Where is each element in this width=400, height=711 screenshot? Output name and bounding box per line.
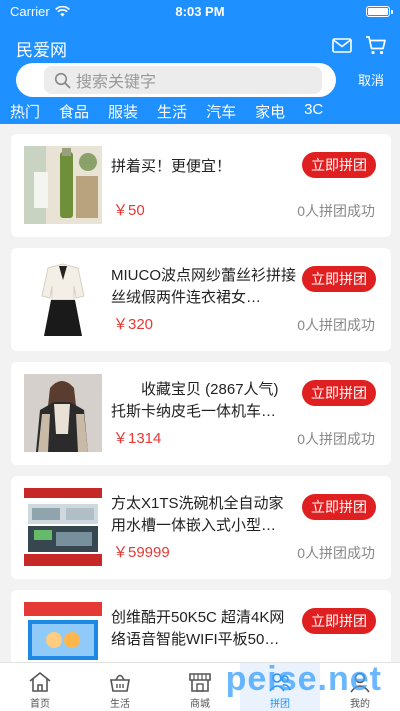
category-tab-appliance[interactable]: 家电 <box>255 101 285 123</box>
store-icon <box>189 673 211 692</box>
product-price: ￥320 <box>113 316 154 333</box>
category-tab-clothing[interactable]: 服装 <box>108 101 138 123</box>
category-tab-life[interactable]: 生活 <box>157 101 187 123</box>
category-tab-car[interactable]: 汽车 <box>206 101 236 123</box>
join-group-button[interactable]: 立即拼团 <box>302 266 376 292</box>
product-price: ￥1314 <box>113 430 162 447</box>
tab-label: 生活 <box>110 699 130 710</box>
tab-life[interactable]: 生活 <box>80 663 160 711</box>
category-tabs: 热门 食品 服装 生活 汽车 家电 3C <box>0 101 400 123</box>
product-name: 拼着买！更便宜！ <box>111 158 232 175</box>
join-group-button[interactable]: 立即拼团 <box>302 152 376 178</box>
battery-icon <box>366 5 393 17</box>
tab-mall[interactable]: 商城 <box>160 663 240 711</box>
carrier-label: Carrier <box>10 3 50 19</box>
tab-label: 首页 <box>30 699 50 710</box>
group-success-count: 0人拼团成功 <box>297 545 375 561</box>
product-image <box>24 374 102 452</box>
product-card[interactable]: 创维酷开50K5C 超清4K网络语音智能WIFI平板50… 立即拼团 <box>11 590 391 662</box>
product-image <box>24 260 102 338</box>
search-icon <box>54 72 71 88</box>
cancel-button[interactable]: 取消 <box>358 70 384 89</box>
mail-icon[interactable] <box>330 33 354 57</box>
product-name: 方太X1TS洗碗机全自动家用水槽一体嵌入式小型… <box>111 495 284 534</box>
status-bar: Carrier 8:03 PM <box>0 0 400 22</box>
basket-icon <box>110 674 130 692</box>
product-card[interactable]: 拼着买！更便宜！ ￥50 立即拼团 0人拼团成功 <box>11 134 391 237</box>
product-card[interactable]: 方太X1TS洗碗机全自动家用水槽一体嵌入式小型… ￥59999 立即拼团 0人拼… <box>11 476 391 579</box>
product-name: 创维酷开50K5C 超清4K网络语音智能WIFI平板50… <box>111 609 285 648</box>
cart-icon[interactable] <box>364 33 388 57</box>
product-price: ￥59999 <box>113 544 170 561</box>
product-image <box>24 146 102 224</box>
product-list: 拼着买！更便宜！ ￥50 立即拼团 0人拼团成功 MIUCO波点网纱蕾丝衫拼接丝… <box>0 124 400 662</box>
search-placeholder: 搜索关键字 <box>76 74 157 91</box>
tab-label: 商城 <box>190 699 210 710</box>
category-tab-hot[interactable]: 热门 <box>10 101 40 123</box>
search-input[interactable]: 搜索关键字 <box>44 66 322 94</box>
join-group-button[interactable]: 立即拼团 <box>302 494 376 520</box>
tab-profile[interactable]: 我的 <box>320 663 400 711</box>
group-buy-icon <box>269 673 291 692</box>
search-bar[interactable]: 搜索关键字 <box>16 63 336 97</box>
category-tab-3c[interactable]: 3C <box>304 101 323 123</box>
header: 民爱网 搜索关键字 取消 热门 食品 服装 生活 汽车 家电 3C <box>0 22 400 124</box>
join-group-button[interactable]: 立即拼团 <box>302 380 376 406</box>
product-image <box>24 488 102 566</box>
product-name: 收藏宝贝 (2867人气) 托斯卡纳皮毛一体机车… <box>111 381 279 420</box>
group-success-count: 0人拼团成功 <box>297 431 375 447</box>
group-success-count: 0人拼团成功 <box>297 317 375 333</box>
category-tab-food[interactable]: 食品 <box>59 101 89 123</box>
tab-home[interactable]: 首页 <box>0 663 80 711</box>
bottom-tab-bar: 首页 生活 商城 拼团 我的 <box>0 662 400 711</box>
home-icon <box>29 671 51 692</box>
tab-label: 拼团 <box>270 699 290 710</box>
product-card[interactable]: 收藏宝贝 (2867人气) 托斯卡纳皮毛一体机车… ￥1314 立即拼团 0人拼… <box>11 362 391 465</box>
product-card[interactable]: MIUCO波点网纱蕾丝衫拼接丝绒假两件连衣裙女… ￥320 立即拼团 0人拼团成… <box>11 248 391 351</box>
profile-icon <box>350 672 370 693</box>
app-title: 民爱网 <box>16 41 67 60</box>
tab-group-buy[interactable]: 拼团 <box>240 663 320 711</box>
product-price: ￥50 <box>113 202 145 219</box>
product-image <box>24 602 102 662</box>
tab-label: 我的 <box>350 699 370 710</box>
wifi-icon <box>54 5 70 16</box>
group-success-count: 0人拼团成功 <box>297 203 375 219</box>
join-group-button[interactable]: 立即拼团 <box>302 608 376 634</box>
product-name: MIUCO波点网纱蕾丝衫拼接丝绒假两件连衣裙女… <box>111 267 296 306</box>
